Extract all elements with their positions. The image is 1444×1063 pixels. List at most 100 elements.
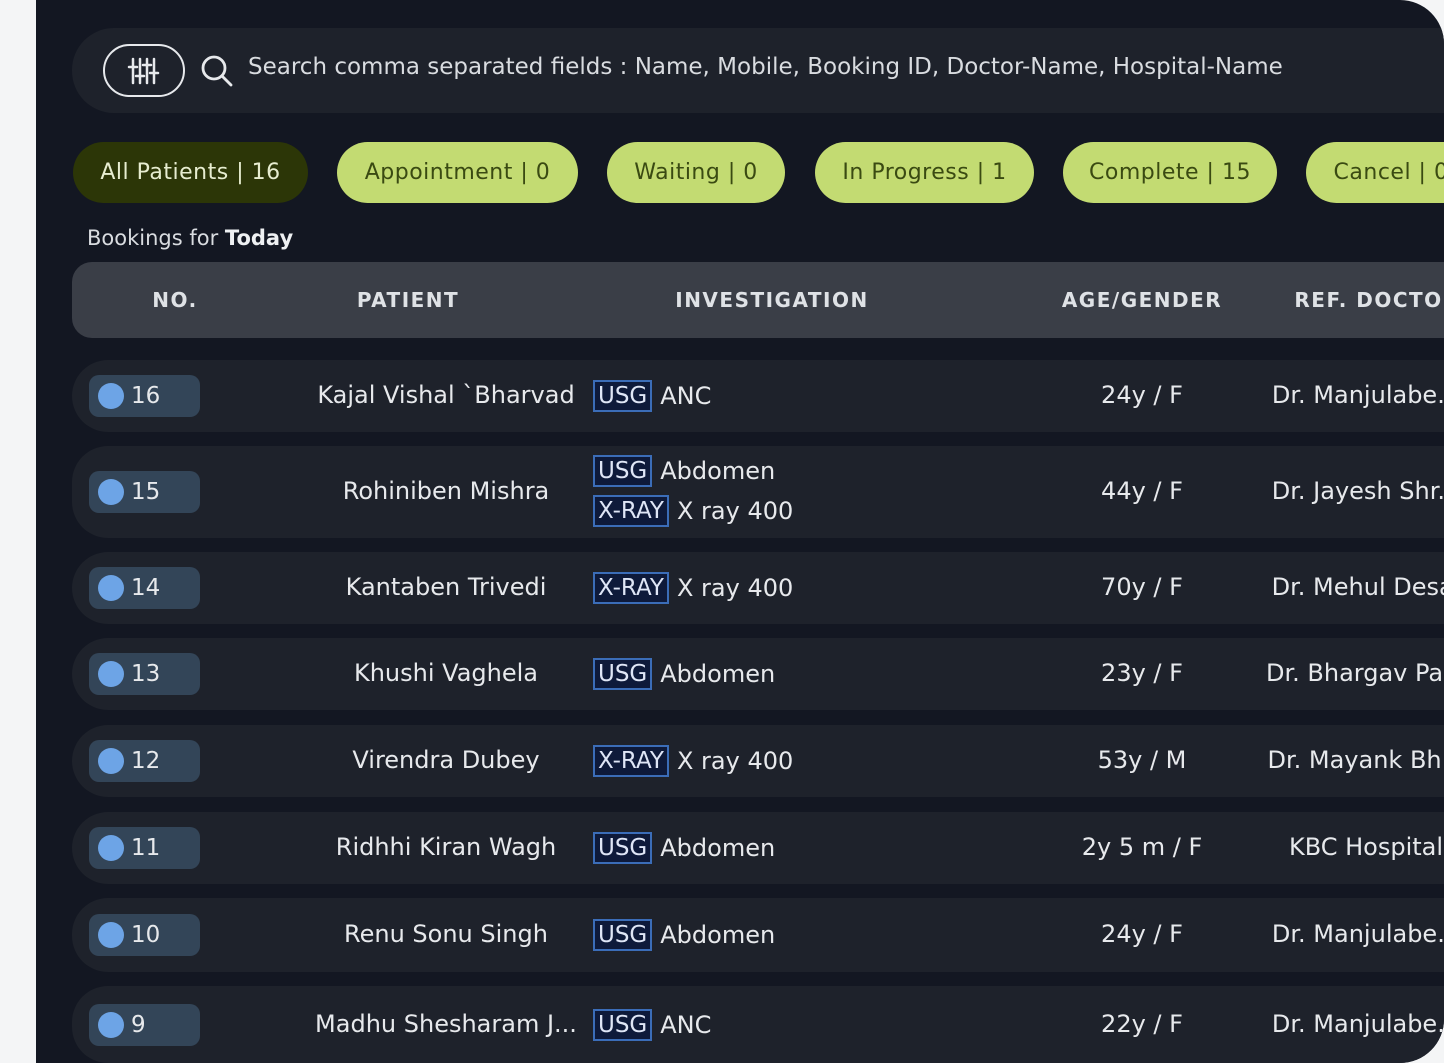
booking-number-badge: 10 bbox=[89, 914, 200, 956]
column-patient[interactable]: PATIENT bbox=[278, 262, 538, 338]
booking-number-badge: 9 bbox=[89, 1003, 200, 1046]
filter-settings-button[interactable] bbox=[103, 44, 185, 97]
status-dot-icon bbox=[98, 575, 124, 601]
investigation-item: USG Abdomen bbox=[593, 455, 775, 487]
ref-doctor: KBC Hospital bbox=[1288, 833, 1444, 861]
patient-name[interactable]: Ridhhi Kiran Wagh bbox=[296, 833, 596, 861]
booking-number-badge: 13 bbox=[89, 653, 200, 695]
investigation-item: USG Abdomen bbox=[593, 919, 775, 951]
booking-number-badge: 16 bbox=[89, 375, 200, 417]
table-row[interactable]: 15 Rohiniben Mishra USG Abdomen X-RAY X ray 4… bbox=[72, 446, 1444, 538]
age-gender: 2y 5 m / F bbox=[1081, 833, 1203, 861]
status-dot-icon bbox=[98, 661, 124, 687]
status-dot-icon bbox=[98, 835, 124, 861]
modality-tag: USG bbox=[593, 1008, 653, 1041]
modality-tag: USG bbox=[593, 832, 653, 864]
modality-tag: X-RAY bbox=[593, 745, 669, 777]
column-investigation[interactable]: INVESTIGATION bbox=[572, 262, 972, 338]
patient-name[interactable]: Rohiniben Mishra bbox=[296, 477, 596, 505]
patient-name[interactable]: Renu Sonu Singh bbox=[296, 920, 596, 948]
investigation-name: Abdomen bbox=[660, 660, 776, 688]
investigation-item: USG ANC bbox=[593, 380, 711, 412]
bookings-panel: Search comma separated fields : Name, Mo… bbox=[36, 0, 1444, 1063]
sliders-icon bbox=[127, 57, 160, 84]
filter-cancel[interactable]: Cancel | 0 bbox=[1306, 142, 1444, 203]
investigation-item: USG ANC bbox=[593, 1008, 712, 1041]
status-dot-icon bbox=[98, 1011, 124, 1038]
booking-number: 12 bbox=[131, 748, 161, 774]
table-row[interactable]: 16 Kajal Vishal `Bharvad USG ANC 24y / F Dr. … bbox=[72, 360, 1444, 432]
table-row[interactable]: 12 Virendra Dubey X-RAY X ray 400 53y / M Dr.… bbox=[72, 725, 1444, 797]
patient-name[interactable]: Madhu Shesharam J... bbox=[296, 1010, 596, 1038]
column-no[interactable]: NO. bbox=[72, 262, 278, 338]
booking-number: 13 bbox=[131, 661, 161, 687]
filter-in-progress[interactable]: In Progress | 1 bbox=[815, 142, 1034, 203]
investigation-item: USG Abdomen bbox=[593, 658, 775, 690]
booking-number: 9 bbox=[131, 1011, 146, 1038]
search-icon bbox=[201, 55, 233, 87]
age-gender: 70y / F bbox=[1101, 573, 1183, 601]
investigation-item: X-RAY X ray 400 bbox=[593, 572, 793, 604]
ref-doctor: Dr. Manjulabe... bbox=[1271, 1009, 1444, 1038]
search-input[interactable]: Search comma separated fields : Name, Mo… bbox=[248, 54, 1283, 80]
table-row[interactable]: 11 Ridhhi Kiran Wagh USG Abdomen 2y 5 m / F K… bbox=[72, 812, 1444, 884]
ref-doctor: Dr. Bhargav Pa... bbox=[1266, 659, 1444, 687]
investigation-name: X ray 400 bbox=[676, 497, 794, 525]
column-age-gender[interactable]: AGE/GENDER bbox=[1032, 262, 1252, 338]
age-gender: 23y / F bbox=[1101, 659, 1183, 687]
status-dot-icon bbox=[98, 922, 124, 948]
filter-appointment[interactable]: Appointment | 0 bbox=[337, 142, 578, 203]
investigation-name: X ray 400 bbox=[676, 747, 794, 775]
table-row[interactable]: 13 Khushi Vaghela USG Abdomen 23y / F Dr. Bha… bbox=[72, 638, 1444, 710]
age-gender: 53y / M bbox=[1097, 746, 1187, 774]
status-dot-icon bbox=[98, 383, 124, 409]
age-gender: 24y / F bbox=[1101, 920, 1183, 948]
table-row[interactable]: 9 Madhu Shesharam J... USG ANC 22y / F Dr. Ma… bbox=[72, 986, 1444, 1063]
investigation-name: Abdomen bbox=[660, 457, 776, 485]
investigation-name: X ray 400 bbox=[676, 574, 794, 602]
booking-number: 16 bbox=[131, 383, 161, 409]
table-row[interactable]: 10 Renu Sonu Singh USG Abdomen 24y / F Dr. Ma… bbox=[72, 898, 1444, 972]
investigation-name: ANC bbox=[660, 1010, 712, 1039]
booking-number-badge: 15 bbox=[89, 471, 200, 513]
filter-complete[interactable]: Complete | 15 bbox=[1063, 142, 1277, 203]
booking-number-badge: 14 bbox=[89, 567, 200, 609]
status-dot-icon bbox=[98, 748, 124, 774]
investigation-name: ANC bbox=[660, 382, 712, 410]
patient-name[interactable]: Kantaben Trivedi bbox=[296, 573, 596, 601]
table-row[interactable]: 14 Kantaben Trivedi X-RAY X ray 400 70y / F D… bbox=[72, 552, 1444, 624]
investigation-name: Abdomen bbox=[660, 921, 776, 949]
modality-tag: X-RAY bbox=[593, 572, 669, 604]
modality-tag: USG bbox=[593, 919, 653, 951]
ref-doctor: Dr. Manjulabe... bbox=[1271, 920, 1444, 948]
modality-tag: X-RAY bbox=[593, 495, 669, 527]
modality-tag: USG bbox=[593, 380, 653, 412]
investigation-name: Abdomen bbox=[660, 834, 776, 862]
modality-tag: USG bbox=[593, 455, 653, 487]
ref-doctor: Dr. Mayank Bh... bbox=[1267, 746, 1444, 774]
ref-doctor: Dr. Manjulabe... bbox=[1271, 381, 1444, 409]
status-dot-icon bbox=[98, 479, 124, 505]
booking-number: 14 bbox=[131, 575, 161, 601]
patient-name[interactable]: Kajal Vishal `Bharvad bbox=[296, 381, 596, 409]
age-gender: 24y / F bbox=[1101, 381, 1183, 409]
table-header: NO. PATIENT INVESTIGATION AGE/GENDER REF… bbox=[72, 262, 1444, 338]
investigation-item: USG Abdomen bbox=[593, 832, 775, 864]
patient-name[interactable]: Virendra Dubey bbox=[296, 746, 596, 774]
search-bar[interactable]: Search comma separated fields : Name, Mo… bbox=[72, 28, 1444, 113]
modality-tag: USG bbox=[593, 658, 653, 690]
booking-number-badge: 12 bbox=[89, 740, 200, 782]
filter-waiting[interactable]: Waiting | 0 bbox=[607, 142, 785, 203]
filter-all-patients[interactable]: All Patients | 16 bbox=[73, 142, 308, 203]
booking-number: 15 bbox=[131, 479, 161, 505]
age-gender: 22y / F bbox=[1101, 1009, 1183, 1038]
bookings-heading: Bookings for Today bbox=[87, 226, 294, 250]
ref-doctor: Dr. Jayesh Shr... bbox=[1271, 477, 1444, 505]
column-ref-doctor[interactable]: REF. DOCTOR bbox=[1262, 262, 1444, 338]
booking-number-badge: 11 bbox=[89, 827, 200, 869]
investigation-item: X-RAY X ray 400 bbox=[593, 745, 793, 777]
booking-number: 11 bbox=[131, 835, 161, 861]
investigation-item: X-RAY X ray 400 bbox=[593, 495, 793, 527]
ref-doctor: Dr. Mehul Desai bbox=[1271, 573, 1444, 601]
patient-name[interactable]: Khushi Vaghela bbox=[296, 659, 596, 687]
